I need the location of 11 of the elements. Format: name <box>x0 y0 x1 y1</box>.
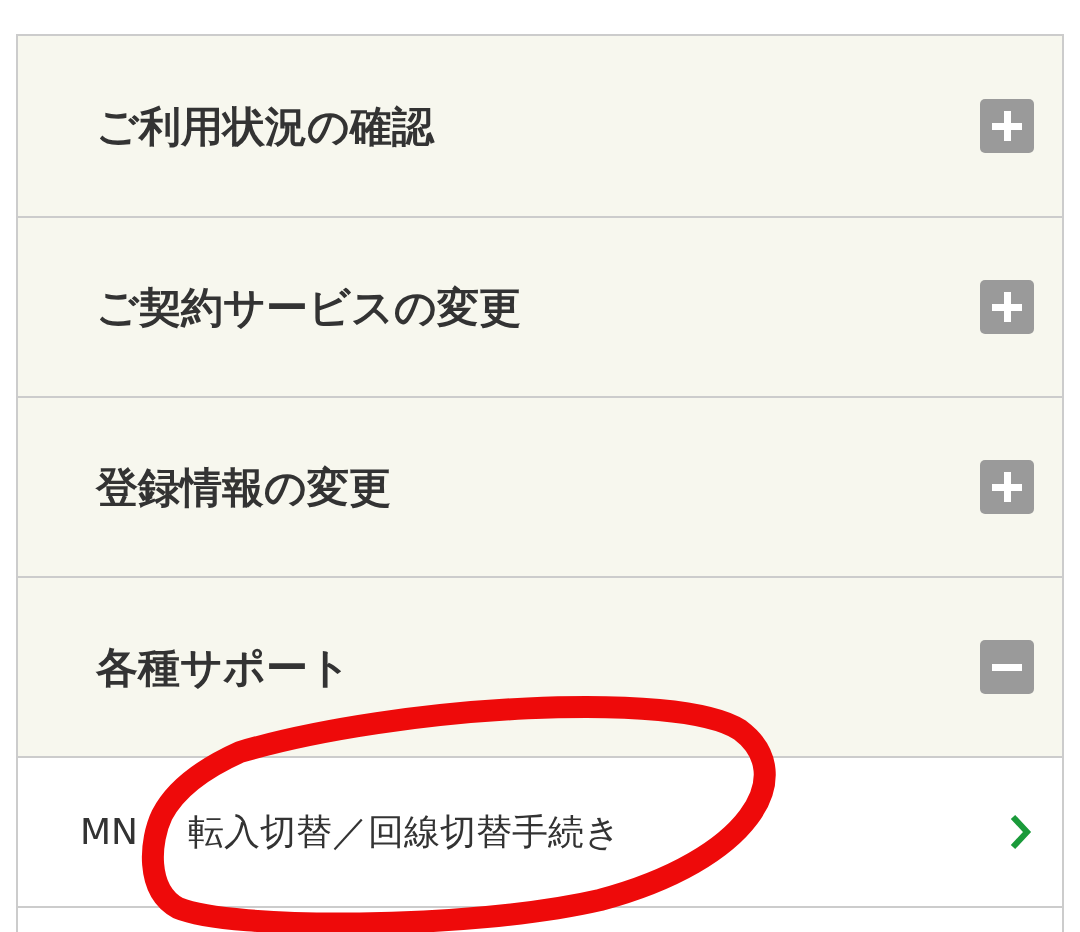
section-title: ご利用状況の確認 <box>96 100 434 153</box>
link-text-start: MN <box>80 810 138 854</box>
accordion-header[interactable]: ご利用状況の確認 <box>18 36 1062 216</box>
accordion-header[interactable]: ご契約サービスの変更 <box>18 216 1062 396</box>
section-title: 各種サポート <box>96 641 351 694</box>
link-text: 転入切替／回線切替手続き <box>188 810 621 854</box>
accordion-header[interactable]: 各種サポート <box>18 576 1062 756</box>
chevron-right-icon <box>1008 812 1034 852</box>
accordion-header[interactable]: 登録情報の変更 <box>18 396 1062 576</box>
section-title: 登録情報の変更 <box>96 461 391 514</box>
section-title: ご契約サービスの変更 <box>96 281 521 334</box>
